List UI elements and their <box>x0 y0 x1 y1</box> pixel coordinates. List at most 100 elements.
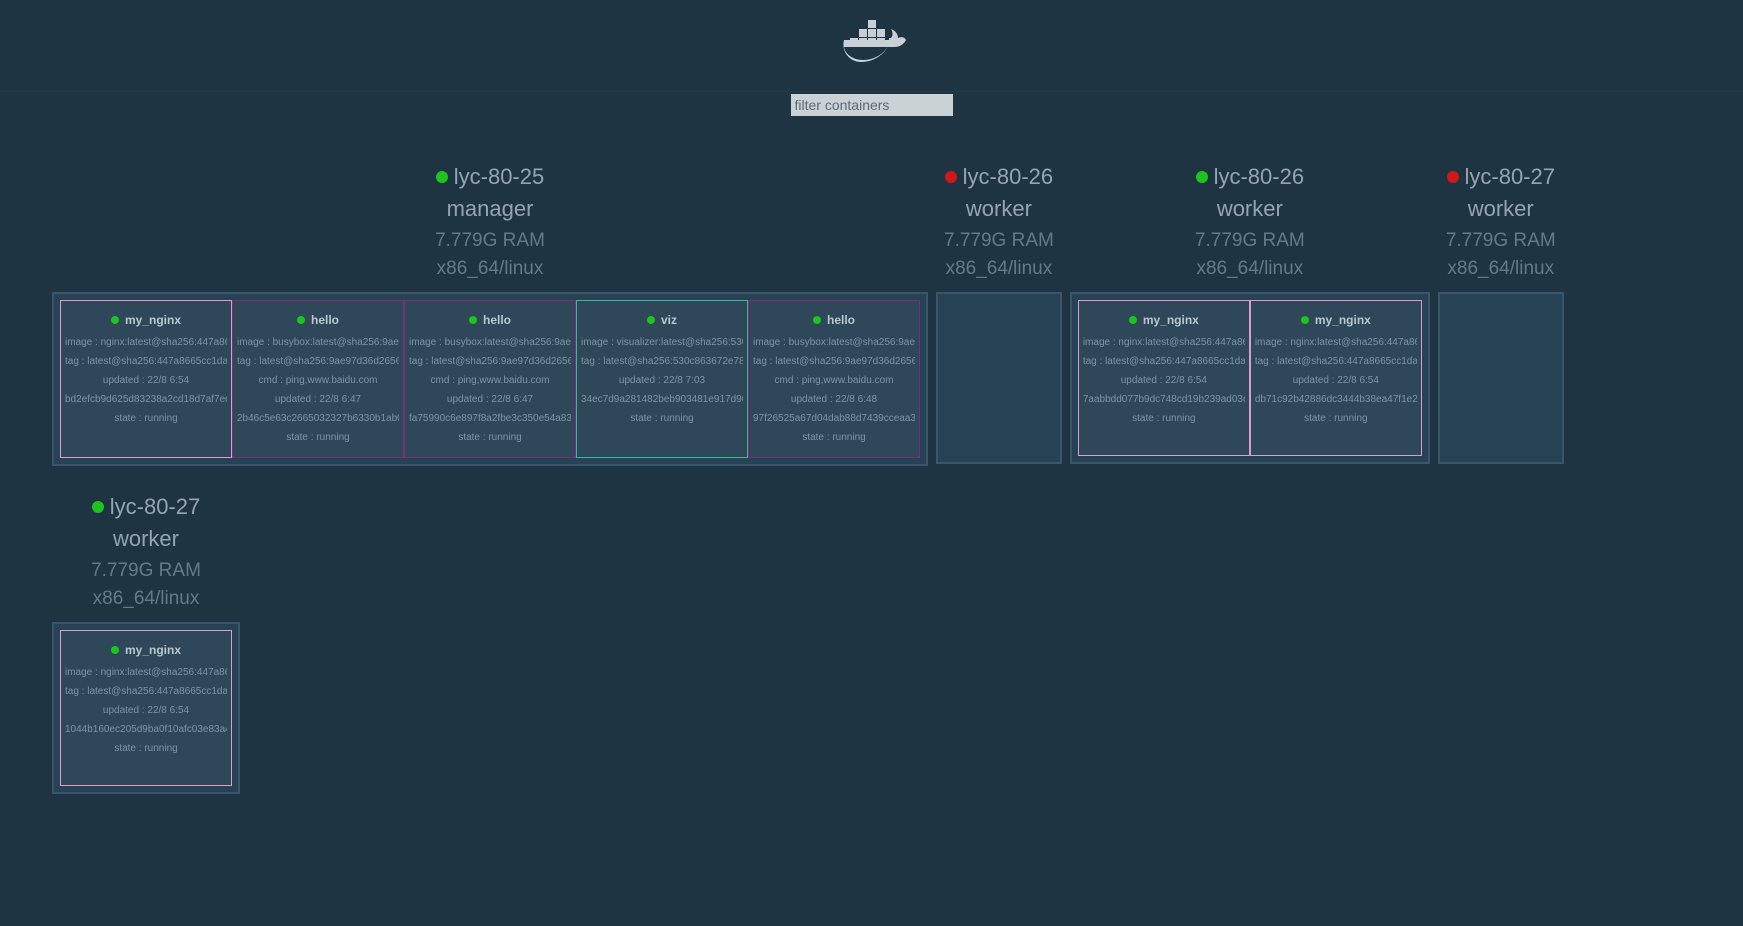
container-card[interactable]: my_nginximage : nginx:latest@sha256:447a… <box>60 300 232 458</box>
container-name: my_nginx <box>1143 313 1199 327</box>
container-info-line: image : busybox:latest@sha256:9ae97d36 <box>753 333 915 352</box>
container-title: hello <box>297 313 339 327</box>
running-status-dot-icon <box>469 316 477 324</box>
node-status-dot-icon <box>945 171 957 183</box>
node-status-dot-icon <box>1447 171 1459 183</box>
container-info-line: state : running <box>1255 409 1417 428</box>
running-status-dot-icon <box>813 316 821 324</box>
container-title: my_nginx <box>111 313 181 327</box>
container-info-line: cmd : ping,www.baidu.com <box>753 371 915 390</box>
node-header: lyc-80-26worker7.779G RAMx86_64/linux <box>936 144 1062 292</box>
node-name: lyc-80-27 <box>110 494 200 520</box>
container-title: hello <box>469 313 511 327</box>
node-header: lyc-80-27 worker 7.779G RAM x86_64/linux <box>52 474 240 622</box>
container-card[interactable]: hello image : busybox:latest@sha256:9ae97… <box>232 300 404 458</box>
container-info-line: image : nginx:latest@sha256:447a8665cc <box>1083 333 1245 352</box>
node-status-dot-icon <box>436 171 448 183</box>
container-info-line: 7aabbdd077b9dc748cd19b239ad03c48f9 <box>1083 390 1245 409</box>
container-name: viz <box>661 313 677 327</box>
container-title: my_nginx <box>1301 313 1371 327</box>
container-info-line: state : running <box>1083 409 1245 428</box>
container-name: hello <box>827 313 855 327</box>
container-card[interactable]: my_nginximage : nginx:latest@sha256:447a… <box>60 630 232 786</box>
node-ram: 7.779G RAM <box>60 230 920 252</box>
container-info-line: 34ec7d9a281482beb903481e917d90efef <box>581 390 743 409</box>
node-arch: x86_64/linux <box>60 588 232 610</box>
running-status-dot-icon <box>1129 316 1137 324</box>
container-info-line: tag : latest@sha256:447a8665cc1dab95b <box>65 352 227 371</box>
node-block: lyc-80-25 manager 7.779G RAM x86_64/linuxmy… <box>52 144 928 466</box>
container-info-line: image : nginx:latest@sha256:447a8665cc <box>1255 333 1417 352</box>
container-info-line: fa75990c6e897f8a2fbe3c350e54a83c3749 <box>409 409 571 428</box>
docker-logo-icon <box>832 16 912 76</box>
node-title: lyc-80-27 <box>1447 164 1555 190</box>
nodes-canvas: lyc-80-25manager7.779G RAMx86_64/linuxmy… <box>0 144 1743 834</box>
container-info-line: updated : 22/8 6:54 <box>65 701 227 720</box>
container-card[interactable]: hello image : busybox:latest@sha256:9ae97… <box>404 300 576 458</box>
container-info-line: tag : latest@sha256:447a8665cc1dab95b <box>1083 352 1245 371</box>
node-arch: x86_64/linux <box>944 258 1054 280</box>
node-ram: 7.779G RAM <box>60 560 232 582</box>
node-block: lyc-80-26worker7.779G RAMx86_64/linux <box>936 144 1062 466</box>
container-info-line: tag : latest@sha256:447a8665cc1dab95b <box>65 682 227 701</box>
node-arch: x86_64/linux <box>1446 258 1556 280</box>
container-info-line: 2b46c5e63c2665032327b6330b1ab06da7 <box>237 409 399 428</box>
node-status-dot-icon <box>1196 171 1208 183</box>
container-info-line: tag : latest@sha256:9ae97d36d26566ff84 <box>237 352 399 371</box>
container-card[interactable]: vizimage : visualizer:latest@sha256:530c… <box>576 300 748 458</box>
node-header: lyc-80-27 worker 7.779G RAM x86_64/linux <box>1438 144 1564 292</box>
container-info-line: 1044b160ec205d9ba0f10afc03e83a4d474 <box>65 720 227 739</box>
node-role: manager <box>60 196 920 222</box>
node-arch: x86_64/linux <box>1078 258 1422 280</box>
container-name: my_nginx <box>1315 313 1371 327</box>
node-role: worker <box>1446 196 1556 222</box>
containers-box <box>936 292 1062 464</box>
container-title: viz <box>647 313 677 327</box>
empty-placeholder <box>944 300 1044 456</box>
node-name: lyc-80-26 <box>963 164 1053 190</box>
node-name: lyc-80-27 <box>1465 164 1555 190</box>
container-info-line: image : busybox:latest@sha256:9ae97d36 <box>409 333 571 352</box>
node-name: lyc-80-25 <box>454 164 544 190</box>
node-header: lyc-80-25 manager 7.779G RAM x86_64/linux <box>52 144 928 292</box>
empty-placeholder <box>1446 300 1546 456</box>
container-name: hello <box>483 313 511 327</box>
running-status-dot-icon <box>111 646 119 654</box>
node-role: worker <box>60 526 232 552</box>
container-title: my_nginx <box>111 643 181 657</box>
node-header: lyc-80-26worker7.779G RAMx86_64/linux <box>1070 144 1430 292</box>
container-info-line: image : nginx:latest@sha256:447a8665cc <box>65 333 227 352</box>
containers-box: my_nginximage : nginx:latest@sha256:447a… <box>1070 292 1430 464</box>
running-status-dot-icon <box>1301 316 1309 324</box>
running-status-dot-icon <box>111 316 119 324</box>
containers-box: my_nginximage : nginx:latest@sha256:447a… <box>52 622 240 794</box>
container-info-line: state : running <box>237 428 399 447</box>
container-info-line: tag : latest@sha256:447a8665cc1dab95b <box>1255 352 1417 371</box>
container-info-line: updated : 22/8 6:54 <box>1255 371 1417 390</box>
nodes-row: lyc-80-25manager7.779G RAMx86_64/linuxmy… <box>52 144 1691 794</box>
container-card[interactable]: hello image : busybox:latest@sha256:9ae97… <box>748 300 920 458</box>
container-info-line: cmd : ping,www.baidu.com <box>409 371 571 390</box>
container-info-line: updated : 22/8 6:48 <box>753 390 915 409</box>
container-info-line: state : running <box>65 409 227 428</box>
node-ram: 7.779G RAM <box>1446 230 1556 252</box>
container-info-line: image : nginx:latest@sha256:447a8665cc <box>65 663 227 682</box>
container-info-line: 97f26525a67d04dab88d7439cceaa3e62b <box>753 409 915 428</box>
container-info-line: image : busybox:latest@sha256:9ae97d36 <box>237 333 399 352</box>
container-card[interactable]: my_nginximage : nginx:latest@sha256:447a… <box>1250 300 1422 456</box>
container-info-line: tag : latest@sha256:9ae97d36d26566ff84 <box>753 352 915 371</box>
running-status-dot-icon <box>297 316 305 324</box>
node-ram: 7.779G RAM <box>1078 230 1422 252</box>
node-block: lyc-80-27 worker 7.779G RAM x86_64/linux my_… <box>52 474 240 794</box>
node-arch: x86_64/linux <box>60 258 920 280</box>
container-card[interactable]: my_nginximage : nginx:latest@sha256:447a… <box>1078 300 1250 456</box>
node-block: lyc-80-26worker7.779G RAMx86_64/linuxmy_… <box>1070 144 1430 466</box>
container-title: my_nginx <box>1129 313 1199 327</box>
container-info-line: cmd : ping,www.baidu.com <box>237 371 399 390</box>
filter-input[interactable] <box>791 94 953 116</box>
app-header <box>0 0 1743 92</box>
container-info-line: db71c92b42886dc3444b38ea47f1e2e8f9 <box>1255 390 1417 409</box>
container-info-line: updated : 22/8 7:03 <box>581 371 743 390</box>
containers-box: my_nginximage : nginx:latest@sha256:447a… <box>52 292 928 466</box>
container-info-line: state : running <box>409 428 571 447</box>
